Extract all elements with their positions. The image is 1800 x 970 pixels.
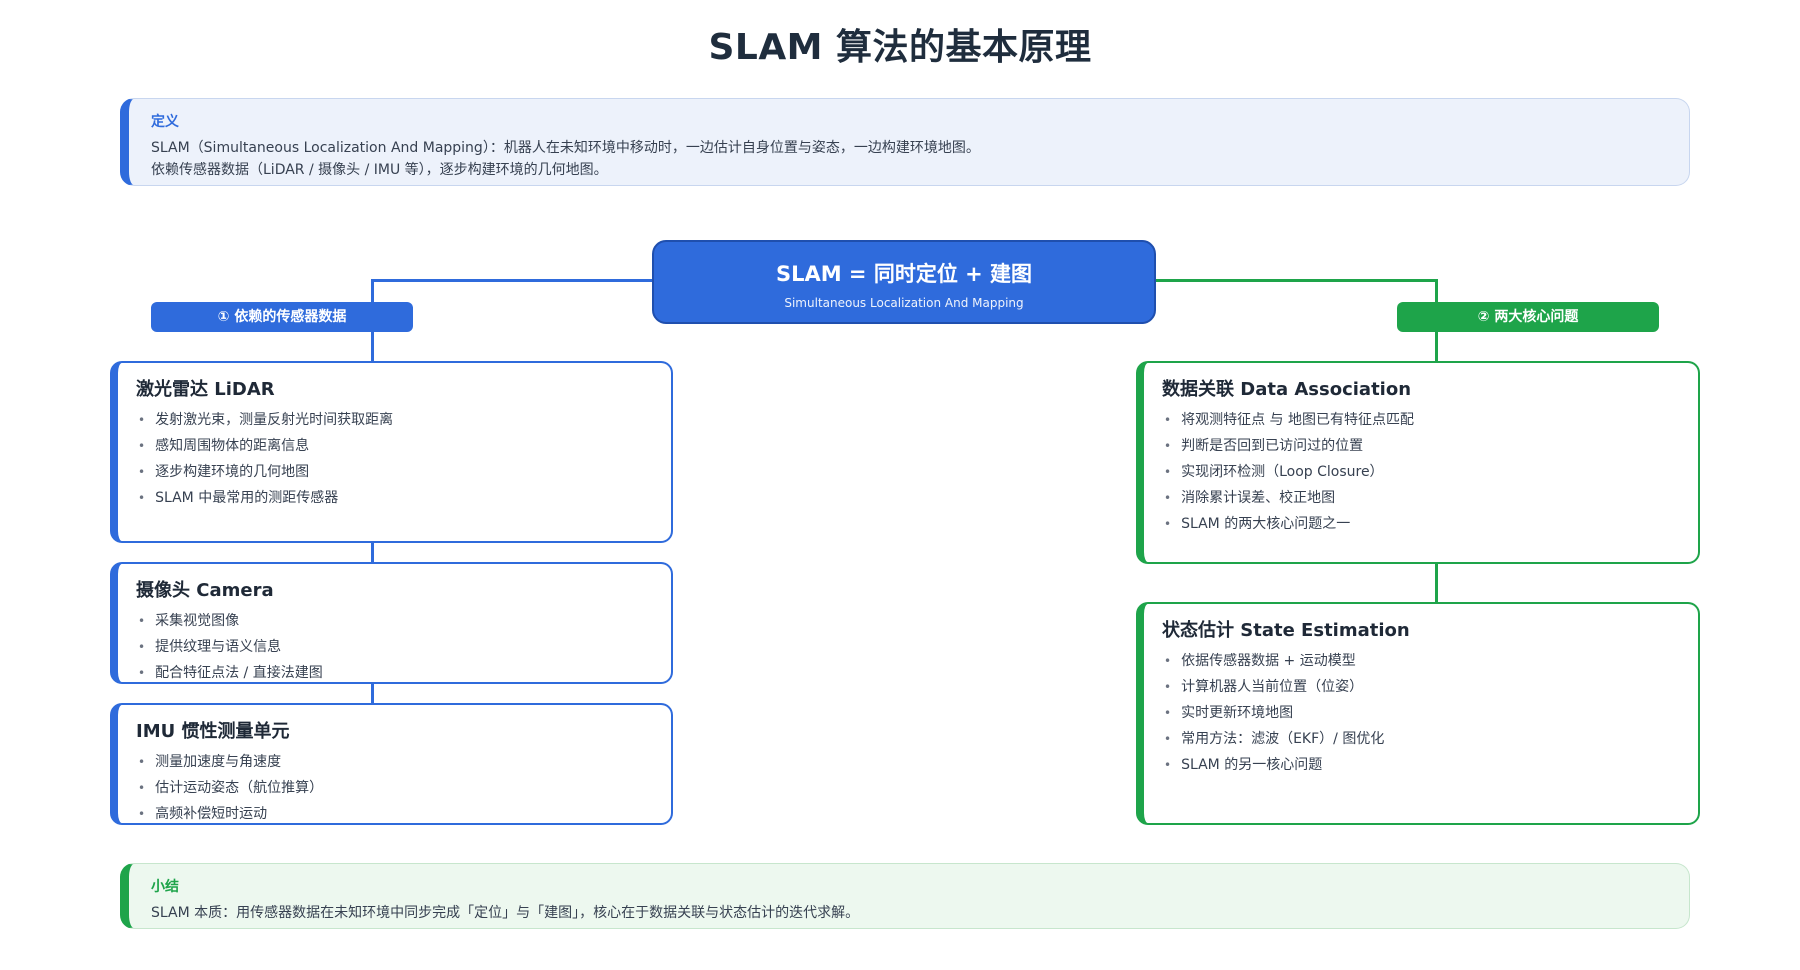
card-bullet: SLAM 的两大核心问题之一 [1162,511,1680,537]
connector-line [1435,562,1438,603]
card-bullet: 依据传感器数据 + 运动模型 [1162,648,1680,674]
branch-label-sensors: ① 依赖的传感器数据 [151,302,413,332]
card-bullet: 高频补偿短时运动 [136,801,653,827]
card-bullet: 判断是否回到已访问过的位置 [1162,433,1680,459]
card-title: 状态估计 State Estimation [1162,620,1410,641]
card-bullet: 实时更新环境地图 [1162,700,1680,726]
summary-heading: 小结 [151,879,179,895]
card-bullet: 常用方法：滤波（EKF）/ 图优化 [1162,726,1680,752]
center-title: SLAM = 同时定位 + 建图 [775,262,1033,286]
card-data-association: 数据关联 Data Association 将观测特征点 与 地图已有特征点匹配… [1136,361,1700,564]
definition-callout: 定义 SLAM（Simultaneous Localization And Ma… [120,98,1690,186]
card-bullet: 提供纹理与语义信息 [136,634,653,660]
card-bullet: 估计运动姿态（航位推算） [136,775,653,801]
connector-line [371,279,654,282]
card-title: 摄像头 Camera [136,580,274,601]
card-lidar: 激光雷达 LiDAR 发射激光束，测量反射光时间获取距离 感知周围物体的距离信息… [110,361,673,543]
card-bullet: SLAM 的另一核心问题 [1162,752,1680,778]
connector-line [1154,279,1438,282]
branch-label-core-problems: ② 两大核心问题 [1397,302,1659,332]
summary-line: SLAM 本质：用传感器数据在未知环境中同步完成「定位」与「建图」，核心在于数据… [151,905,860,921]
card-bullet: 配合特征点法 / 直接法建图 [136,660,653,686]
page-title: SLAM 算法的基本原理 [708,27,1092,68]
card-bullet: 测量加速度与角速度 [136,749,653,775]
card-title: 数据关联 Data Association [1162,379,1412,400]
card-bullet: 逐步构建环境的几何地图 [136,459,653,485]
card-title: IMU 惯性测量单元 [136,721,290,742]
card-title: 激光雷达 LiDAR [136,379,275,400]
definition-line: SLAM（Simultaneous Localization And Mappi… [151,140,980,156]
card-imu: IMU 惯性测量单元 测量加速度与角速度 估计运动姿态（航位推算） 高频补偿短时… [110,703,673,825]
center-node: SLAM = 同时定位 + 建图 Simultaneous Localizati… [652,240,1156,324]
card-bullet: 发射激光束，测量反射光时间获取距离 [136,407,653,433]
card-bullet: 采集视觉图像 [136,608,653,634]
card-state-estimation: 状态估计 State Estimation 依据传感器数据 + 运动模型 计算机… [1136,602,1700,825]
connector-line [371,542,374,563]
card-bullet: SLAM 中最常用的测距传感器 [136,485,653,511]
card-bullet: 消除累计误差、校正地图 [1162,485,1680,511]
center-subtitle: Simultaneous Localization And Mapping [784,296,1024,310]
card-bullet: 感知周围物体的距离信息 [136,433,653,459]
definition-heading: 定义 [151,114,179,130]
card-bullet: 计算机器人当前位置（位姿） [1162,674,1680,700]
definition-line: 依赖传感器数据（LiDAR / 摄像头 / IMU 等），逐步构建环境的几何地图… [151,162,608,178]
summary-callout: 小结 SLAM 本质：用传感器数据在未知环境中同步完成「定位」与「建图」，核心在… [120,863,1690,929]
card-camera: 摄像头 Camera 采集视觉图像 提供纹理与语义信息 配合特征点法 / 直接法… [110,562,673,684]
card-bullet: 实现闭环检测（Loop Closure） [1162,459,1680,485]
connector-line [371,684,374,704]
card-bullet: 将观测特征点 与 地图已有特征点匹配 [1162,407,1680,433]
